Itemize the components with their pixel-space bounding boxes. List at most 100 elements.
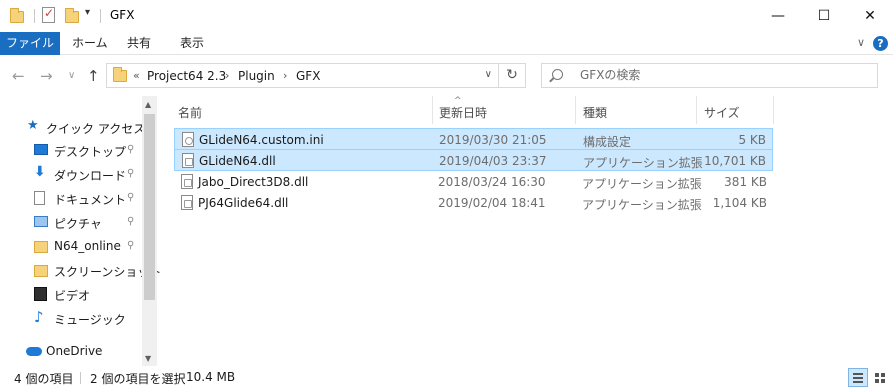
expand-ribbon-icon[interactable]: ∨ <box>857 36 865 49</box>
cloud-icon <box>26 347 42 356</box>
folder-icon <box>34 265 48 277</box>
selection-size: 10.4 MB <box>186 370 236 384</box>
scroll-down-icon[interactable]: ▼ <box>145 354 151 363</box>
back-button[interactable]: ← <box>12 67 25 85</box>
tab-file[interactable]: ファイル <box>0 32 60 55</box>
forward-button[interactable]: → <box>40 67 53 85</box>
tab-view[interactable]: 表示 <box>170 32 214 55</box>
folder-icon <box>113 67 127 82</box>
file-row[interactable]: GLideN64.dll 2019/04/03 23:37 アプリケーション拡張… <box>174 149 773 171</box>
file-row[interactable]: Jabo_Direct3D8.dll 2018/03/24 16:30 アプリケ… <box>174 171 773 193</box>
new-folder-icon[interactable] <box>65 8 79 23</box>
nav-item-music[interactable]: ♪ ミュージック <box>0 307 142 329</box>
nav-label: ビデオ <box>54 289 91 303</box>
download-icon: ⬇ <box>34 164 46 180</box>
maximize-icon: ☐ <box>817 8 831 24</box>
file-name: PJ64Glide64.dll <box>198 196 289 210</box>
help-icon[interactable]: ? <box>873 36 888 51</box>
up-button[interactable]: ↑ <box>87 67 100 85</box>
breadcrumb-gfx[interactable]: GFX <box>296 69 320 83</box>
column-date[interactable]: 更新日時 <box>439 104 487 121</box>
column-size[interactable]: サイズ <box>704 104 740 121</box>
breadcrumb-separator[interactable]: › <box>225 69 229 82</box>
column-name[interactable]: 名前 <box>178 104 202 121</box>
window-title: GFX <box>110 8 135 22</box>
file-size: 1,104 KB <box>712 196 767 210</box>
item-count: 4 個の項目 <box>14 372 74 386</box>
column-type[interactable]: 種類 <box>583 104 607 121</box>
file-size: 10,701 KB <box>704 154 766 168</box>
breadcrumb-project64[interactable]: Project64 2.3 <box>147 69 226 83</box>
status-bar: 4 個の項目 2 個の項目を選択 10.4 MB <box>0 366 893 389</box>
file-date: 2019/03/30 21:05 <box>439 133 547 147</box>
pin-icon[interactable]: ⚲ <box>127 192 134 203</box>
documents-icon <box>34 191 45 205</box>
file-date: 2019/02/04 18:41 <box>438 196 546 210</box>
large-icons-view-button[interactable] <box>870 368 890 387</box>
minimize-button[interactable]: — <box>755 0 801 32</box>
column-header: ^ 名前 更新日時 種類 サイズ <box>156 96 893 124</box>
pin-icon[interactable]: ⚲ <box>127 216 134 227</box>
column-divider[interactable] <box>773 96 774 124</box>
nav-item-desktop[interactable]: デスクトップ ⚲ <box>0 139 142 161</box>
quick-access-dropdown-icon[interactable]: ▾ <box>85 7 90 18</box>
search-icon <box>552 69 563 80</box>
search-input[interactable] <box>580 68 860 82</box>
properties-icon[interactable] <box>42 6 55 23</box>
nav-item-downloads[interactable]: ⬇ ダウンロード ⚲ <box>0 163 142 185</box>
ini-file-icon <box>182 132 194 147</box>
nav-item-n64-online[interactable]: N64_online ⚲ <box>0 235 142 257</box>
search-box[interactable] <box>541 63 878 88</box>
breadcrumb-plugin[interactable]: Plugin <box>238 69 275 83</box>
scroll-thumb[interactable] <box>144 114 155 300</box>
pictures-icon <box>34 216 48 227</box>
nav-scrollbar[interactable]: ▲ ▼ <box>142 96 157 368</box>
pin-icon[interactable]: ⚲ <box>127 168 134 179</box>
nav-label: ミュージック <box>54 313 126 327</box>
file-type: アプリケーション拡張 <box>582 177 702 191</box>
dll-file-icon <box>181 174 193 189</box>
file-row[interactable]: PJ64Glide64.dll 2019/02/04 18:41 アプリケーショ… <box>174 192 773 214</box>
ribbon: ファイル ホーム 共有 表示 ∨ ? <box>0 32 893 55</box>
column-divider[interactable] <box>696 96 697 124</box>
folder-icon <box>10 8 24 23</box>
recent-locations-button[interactable]: ∨ <box>68 70 75 81</box>
selection-count: 2 個の項目を選択 <box>90 372 186 386</box>
desktop-icon <box>34 144 48 155</box>
video-icon <box>34 287 47 301</box>
tab-share[interactable]: 共有 <box>117 32 161 55</box>
nav-quick-access[interactable]: ★ クイック アクセス <box>0 116 145 138</box>
tab-home[interactable]: ホーム <box>62 32 118 55</box>
folder-icon <box>34 241 48 253</box>
close-button[interactable]: ✕ <box>847 0 893 32</box>
navigation-pane: ★ クイック アクセス デスクトップ ⚲ ⬇ ダウンロード ⚲ ドキュメント ⚲… <box>0 96 161 366</box>
details-view-button[interactable] <box>848 368 868 387</box>
file-row[interactable]: GLideN64.custom.ini 2019/03/30 21:05 構成設… <box>174 128 773 150</box>
nav-item-screenshots[interactable]: スクリーンショット <box>0 259 161 281</box>
pin-icon[interactable]: ⚲ <box>127 144 134 155</box>
file-size: 381 KB <box>724 175 767 189</box>
maximize-button[interactable]: ☐ <box>801 0 847 32</box>
breadcrumb-separator[interactable]: › <box>283 69 287 82</box>
refresh-button[interactable]: ↻ <box>498 63 526 88</box>
column-divider[interactable] <box>575 96 576 124</box>
nav-item-onedrive[interactable]: OneDrive <box>0 340 142 362</box>
address-dropdown-icon[interactable]: ∨ <box>485 69 492 80</box>
nav-item-pictures[interactable]: ピクチャ ⚲ <box>0 211 142 233</box>
pin-icon[interactable]: ⚲ <box>127 240 134 251</box>
nav-label: N64_online <box>54 239 121 253</box>
nav-label: ピクチャ <box>54 217 102 231</box>
file-name: GLideN64.custom.ini <box>199 133 324 147</box>
breadcrumb-overflow[interactable]: « <box>133 69 140 82</box>
nav-label: OneDrive <box>46 344 103 358</box>
file-name: Jabo_Direct3D8.dll <box>198 175 309 189</box>
nav-label: デスクトップ <box>54 145 127 159</box>
scroll-up-icon[interactable]: ▲ <box>145 100 151 109</box>
file-type: アプリケーション拡張 <box>582 198 702 212</box>
column-divider[interactable] <box>432 96 433 124</box>
dll-file-icon <box>182 153 194 168</box>
address-bar[interactable]: « Project64 2.3 › Plugin › GFX ∨ <box>106 63 499 88</box>
nav-item-documents[interactable]: ドキュメント ⚲ <box>0 187 142 209</box>
nav-item-videos[interactable]: ビデオ <box>0 283 142 305</box>
file-date: 2018/03/24 16:30 <box>438 175 546 189</box>
